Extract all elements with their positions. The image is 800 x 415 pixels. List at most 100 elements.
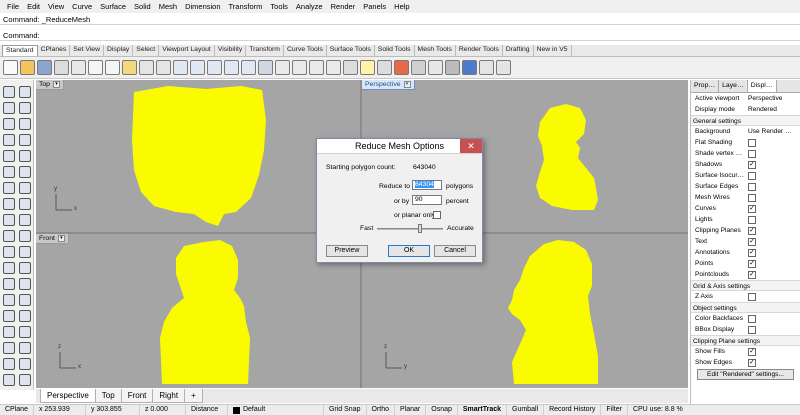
menu-render[interactable]: Render [327, 0, 360, 13]
general-setting-checkbox[interactable] [748, 149, 756, 158]
rectangle-icon[interactable] [19, 134, 31, 146]
scale-icon[interactable] [19, 278, 31, 290]
general-setting-row[interactable]: Curves ✓ [691, 203, 800, 214]
help-icon[interactable] [496, 60, 511, 75]
menu-transform[interactable]: Transform [225, 0, 267, 13]
accuracy-slider-thumb[interactable] [418, 224, 422, 233]
clipping-setting-row[interactable]: Show Fills ✓ [691, 346, 800, 357]
menu-solid[interactable]: Solid [130, 0, 155, 13]
general-setting-row[interactable]: Pointclouds ✓ [691, 269, 800, 280]
general-setting-checkbox[interactable]: ✓ [748, 204, 756, 213]
print-icon[interactable] [54, 60, 69, 75]
properties-icon[interactable] [343, 60, 358, 75]
array-icon[interactable] [19, 294, 31, 306]
polygon-icon[interactable] [3, 150, 15, 162]
general-setting-checkbox[interactable]: ✓ [748, 270, 756, 279]
panel-tab-properties[interactable]: Prop… [691, 80, 720, 92]
clipping-setting-checkbox[interactable]: ✓ [748, 358, 756, 367]
cylinder-icon[interactable] [19, 182, 31, 194]
object-setting-checkbox[interactable] [748, 325, 756, 334]
general-setting-row[interactable]: Mesh Wires [691, 192, 800, 203]
join-icon[interactable] [19, 230, 31, 242]
analyze-icon[interactable] [3, 326, 15, 338]
object-setting-checkbox[interactable] [748, 314, 756, 323]
general-setting-row[interactable]: Surface Edges [691, 181, 800, 192]
tab-drafting[interactable]: Drafting [503, 45, 534, 56]
general-setting-checkbox[interactable] [748, 171, 756, 180]
tab-visibility[interactable]: Visibility [215, 45, 247, 56]
render-icon[interactable] [3, 374, 15, 386]
curve-icon[interactable] [19, 102, 31, 114]
edit-rendered-settings-button[interactable]: Edit "Rendered" settings... [697, 369, 794, 380]
rotate-icon[interactable] [3, 278, 15, 290]
paste-icon[interactable] [122, 60, 137, 75]
display-mode-row[interactable]: Display mode Rendered [691, 104, 800, 115]
mirror-icon[interactable] [3, 294, 15, 306]
general-setting-row[interactable]: Surface Isocur… [691, 170, 800, 181]
ok-button[interactable]: OK [388, 245, 430, 257]
background-select[interactable]: Use Render … [748, 126, 792, 137]
fillet-icon[interactable] [3, 214, 15, 226]
status-ortho[interactable]: Ortho [367, 405, 396, 415]
preview-button[interactable]: Preview [326, 245, 368, 257]
save-icon[interactable] [37, 60, 52, 75]
general-setting-row[interactable]: Points ✓ [691, 258, 800, 269]
reduce-to-input[interactable]: 64304 [412, 180, 442, 190]
cancel-button[interactable]: Cancel [434, 245, 476, 257]
general-setting-row[interactable]: Lights [691, 214, 800, 225]
menu-panels[interactable]: Panels [359, 0, 390, 13]
options-icon[interactable] [479, 60, 494, 75]
tab-display[interactable]: Display [104, 45, 134, 56]
status-layer[interactable]: Default [228, 405, 324, 415]
text-object-icon[interactable] [19, 150, 31, 162]
zoom-icon[interactable] [190, 60, 205, 75]
vp-tab-perspective[interactable]: Perspective [40, 389, 96, 403]
extrude-icon[interactable] [19, 166, 31, 178]
cplane-icon[interactable] [292, 60, 307, 75]
zoom-window-icon[interactable] [207, 60, 222, 75]
close-icon[interactable]: ✕ [460, 139, 482, 153]
general-setting-checkbox[interactable] [748, 193, 756, 202]
menu-help[interactable]: Help [390, 0, 413, 13]
polyline-icon[interactable] [3, 102, 15, 114]
add-viewport-tab-button[interactable]: + [184, 389, 203, 403]
status-smarttrack[interactable]: SmartTrack [458, 405, 508, 415]
viewport-front[interactable]: Front ▾ x z [36, 234, 360, 388]
menu-surface[interactable]: Surface [96, 0, 130, 13]
select-points-icon[interactable] [309, 60, 324, 75]
rendered-sphere-icon[interactable] [445, 60, 460, 75]
tab-standard[interactable]: Standard [2, 45, 38, 56]
grid-setting-checkbox[interactable] [748, 292, 756, 301]
vp-tab-front[interactable]: Front [120, 389, 154, 403]
general-setting-row[interactable]: Flat Shading [691, 137, 800, 148]
select-arrow-icon[interactable] [3, 86, 15, 98]
viewport-top[interactable]: Top ▾ x y [36, 80, 360, 232]
zoom-selected-icon[interactable] [241, 60, 256, 75]
tab-mesh-tools[interactable]: Mesh Tools [415, 45, 456, 56]
import-icon[interactable] [71, 60, 86, 75]
general-setting-checkbox[interactable]: ✓ [748, 160, 756, 169]
background-row[interactable]: Background Use Render … [691, 126, 800, 137]
vp-tab-top[interactable]: Top [94, 389, 122, 403]
new-file-icon[interactable] [3, 60, 18, 75]
circle-icon[interactable] [3, 118, 15, 130]
block-icon[interactable] [19, 342, 31, 354]
command-line[interactable]: Command: [0, 30, 800, 41]
pan-hand-icon[interactable] [156, 60, 171, 75]
copy-icon[interactable] [105, 60, 120, 75]
trim-icon[interactable] [19, 214, 31, 226]
general-setting-checkbox[interactable] [748, 182, 756, 191]
light-bulb-icon[interactable] [360, 60, 375, 75]
menu-view[interactable]: View [44, 0, 68, 13]
leader-icon[interactable] [19, 310, 31, 322]
tab-solid-tools[interactable]: Solid Tools [375, 45, 415, 56]
mesh-icon[interactable] [3, 198, 15, 210]
menu-analyze[interactable]: Analyze [292, 0, 327, 13]
zoom-extents-icon[interactable] [224, 60, 239, 75]
general-setting-checkbox[interactable] [748, 215, 756, 224]
tab-cplanes[interactable]: CPlanes [38, 45, 71, 56]
arc-icon[interactable] [19, 118, 31, 130]
vp-tab-right[interactable]: Right [152, 389, 186, 403]
status-gumball[interactable]: Gumball [507, 405, 545, 415]
layout-icon[interactable] [3, 342, 15, 354]
